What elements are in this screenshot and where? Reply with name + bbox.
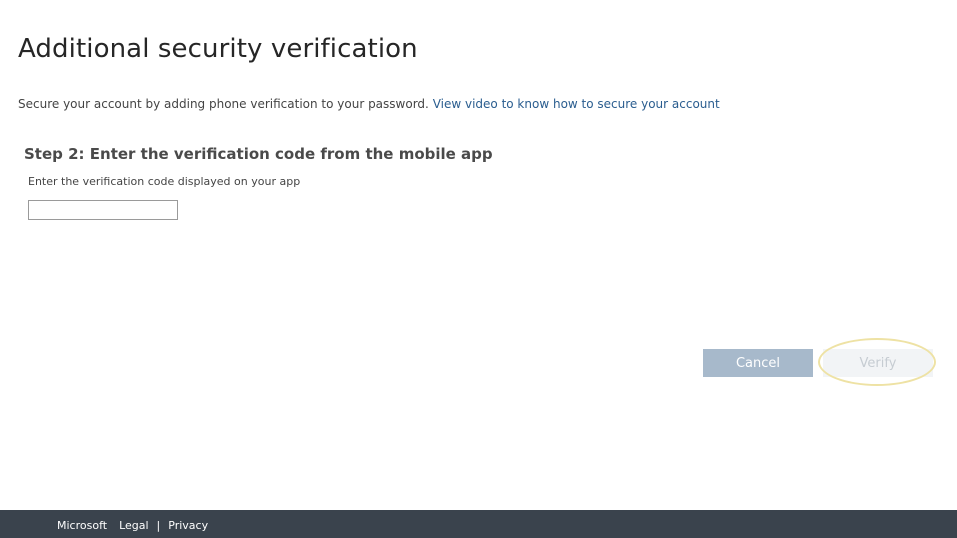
verify-button[interactable]: Verify xyxy=(823,349,933,377)
video-help-link[interactable]: View video to know how to secure your ac… xyxy=(433,97,720,111)
cancel-button[interactable]: Cancel xyxy=(703,349,813,377)
footer-privacy-link[interactable]: Privacy xyxy=(168,519,208,532)
footer-brand: Microsoft xyxy=(57,519,108,532)
intro-paragraph: Secure your account by adding phone veri… xyxy=(18,97,720,111)
verification-code-input[interactable] xyxy=(28,200,178,220)
verification-code-label: Enter the verification code displayed on… xyxy=(28,175,301,188)
page-title: Additional security verification xyxy=(18,34,418,64)
intro-text: Secure your account by adding phone veri… xyxy=(18,97,429,111)
footer-links: Microsoft Legal | Privacy xyxy=(57,519,208,532)
footer-legal-link[interactable]: Legal xyxy=(119,519,148,532)
footer-separator: | xyxy=(156,519,161,532)
footer: Microsoft Legal | Privacy xyxy=(0,510,957,538)
step-heading: Step 2: Enter the verification code from… xyxy=(24,145,493,163)
